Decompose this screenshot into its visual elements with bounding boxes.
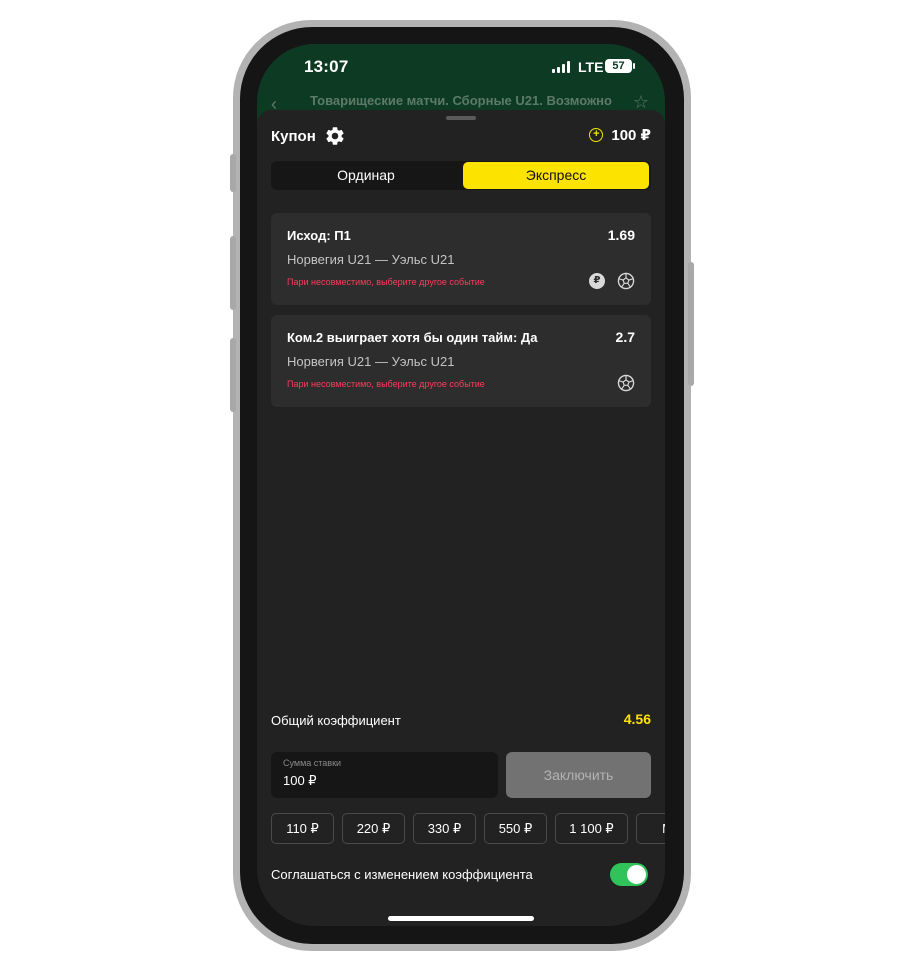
quick-amount-chip[interactable]: M — [636, 813, 665, 844]
ruble-icon: ₽ — [589, 273, 605, 289]
network-type: LTE — [578, 59, 604, 75]
toggle-knob — [627, 865, 646, 884]
bet-match: Норвегия U21 — Уэльс U21 — [287, 354, 455, 369]
total-odds-value: 4.56 — [623, 711, 651, 727]
gear-icon[interactable] — [324, 125, 346, 147]
quick-amount-chip[interactable]: 330 ₽ — [413, 813, 476, 844]
side-button-volume-down — [230, 338, 236, 412]
bet-match: Норвегия U21 — Уэльс U21 — [287, 252, 455, 267]
bet-type-tabs: Ординар Экспресс — [271, 161, 651, 190]
bet-card[interactable]: Ком.2 выиграет хотя бы один тайм: Да 2.7… — [271, 315, 651, 407]
place-bet-button[interactable]: Заключить — [506, 752, 651, 798]
stake-input-value: 100 ₽ — [283, 773, 317, 788]
background-page-title: Товарищеские матчи. Сборные U21. Возможн… — [310, 93, 612, 108]
status-time: 13:07 — [304, 57, 349, 76]
bet-odds: 1.69 — [607, 227, 635, 243]
bet-title: Ком.2 выиграет хотя бы один тайм: Да — [287, 330, 538, 345]
soccer-ball-icon — [617, 374, 635, 392]
soccer-ball-icon — [617, 272, 635, 290]
bet-title: Исход: П1 — [287, 228, 351, 243]
sheet-drag-handle[interactable] — [446, 116, 476, 120]
quick-amount-chip[interactable]: 550 ₽ — [484, 813, 547, 844]
bet-icons: ₽ — [589, 272, 635, 290]
bet-card[interactable]: Исход: П1 1.69 Норвегия U21 — Уэльс U21 … — [271, 213, 651, 305]
quick-amount-chip[interactable]: 220 ₽ — [342, 813, 405, 844]
quick-amount-chip[interactable]: 1 100 ₽ — [555, 813, 628, 844]
status-bar: 13:07 LTE 57 — [257, 44, 665, 88]
tab-single[interactable]: Ординар — [271, 161, 461, 190]
tab-express[interactable]: Экспресс — [463, 162, 649, 189]
battery-level: 57 — [612, 60, 625, 72]
signal-icon — [552, 61, 572, 73]
battery-icon: 57 — [605, 59, 635, 73]
home-indicator[interactable] — [388, 916, 534, 921]
side-button-silent — [230, 154, 236, 192]
bet-odds: 2.7 — [615, 329, 635, 345]
stake-input[interactable]: Сумма ставки 100 ₽ — [271, 752, 498, 798]
quick-amount-chip[interactable]: 110 ₽ — [271, 813, 334, 844]
accept-odds-change-toggle[interactable] — [610, 863, 648, 886]
side-button-power — [688, 262, 694, 386]
balance-amount: 100 ₽ — [611, 127, 651, 144]
coupon-title: Купон — [271, 128, 316, 145]
stake-input-label: Сумма ставки — [283, 758, 342, 768]
quick-stake-amounts: 110 ₽ 220 ₽ 330 ₽ 550 ₽ 1 100 ₽ M — [271, 813, 665, 845]
accept-odds-change-label: Соглашаться с изменением коэффициента — [271, 867, 533, 882]
plus-coin-icon: + — [589, 128, 604, 142]
balance[interactable]: + 100 ₽ — [589, 126, 651, 144]
bet-error-message: Пари несовместимо, выберите другое событ… — [287, 277, 485, 287]
total-odds-label: Общий коэффициент — [271, 713, 401, 728]
coupon-sheet: Купон + 100 ₽ Ординар Экспресс Исход: П1… — [257, 110, 665, 926]
phone-screen: 13:07 LTE 57 ‹ Товарищеские матчи. Сборн… — [257, 44, 665, 926]
bet-icons — [617, 374, 635, 392]
side-button-volume-up — [230, 236, 236, 310]
bet-error-message: Пари несовместимо, выберите другое событ… — [287, 379, 485, 389]
